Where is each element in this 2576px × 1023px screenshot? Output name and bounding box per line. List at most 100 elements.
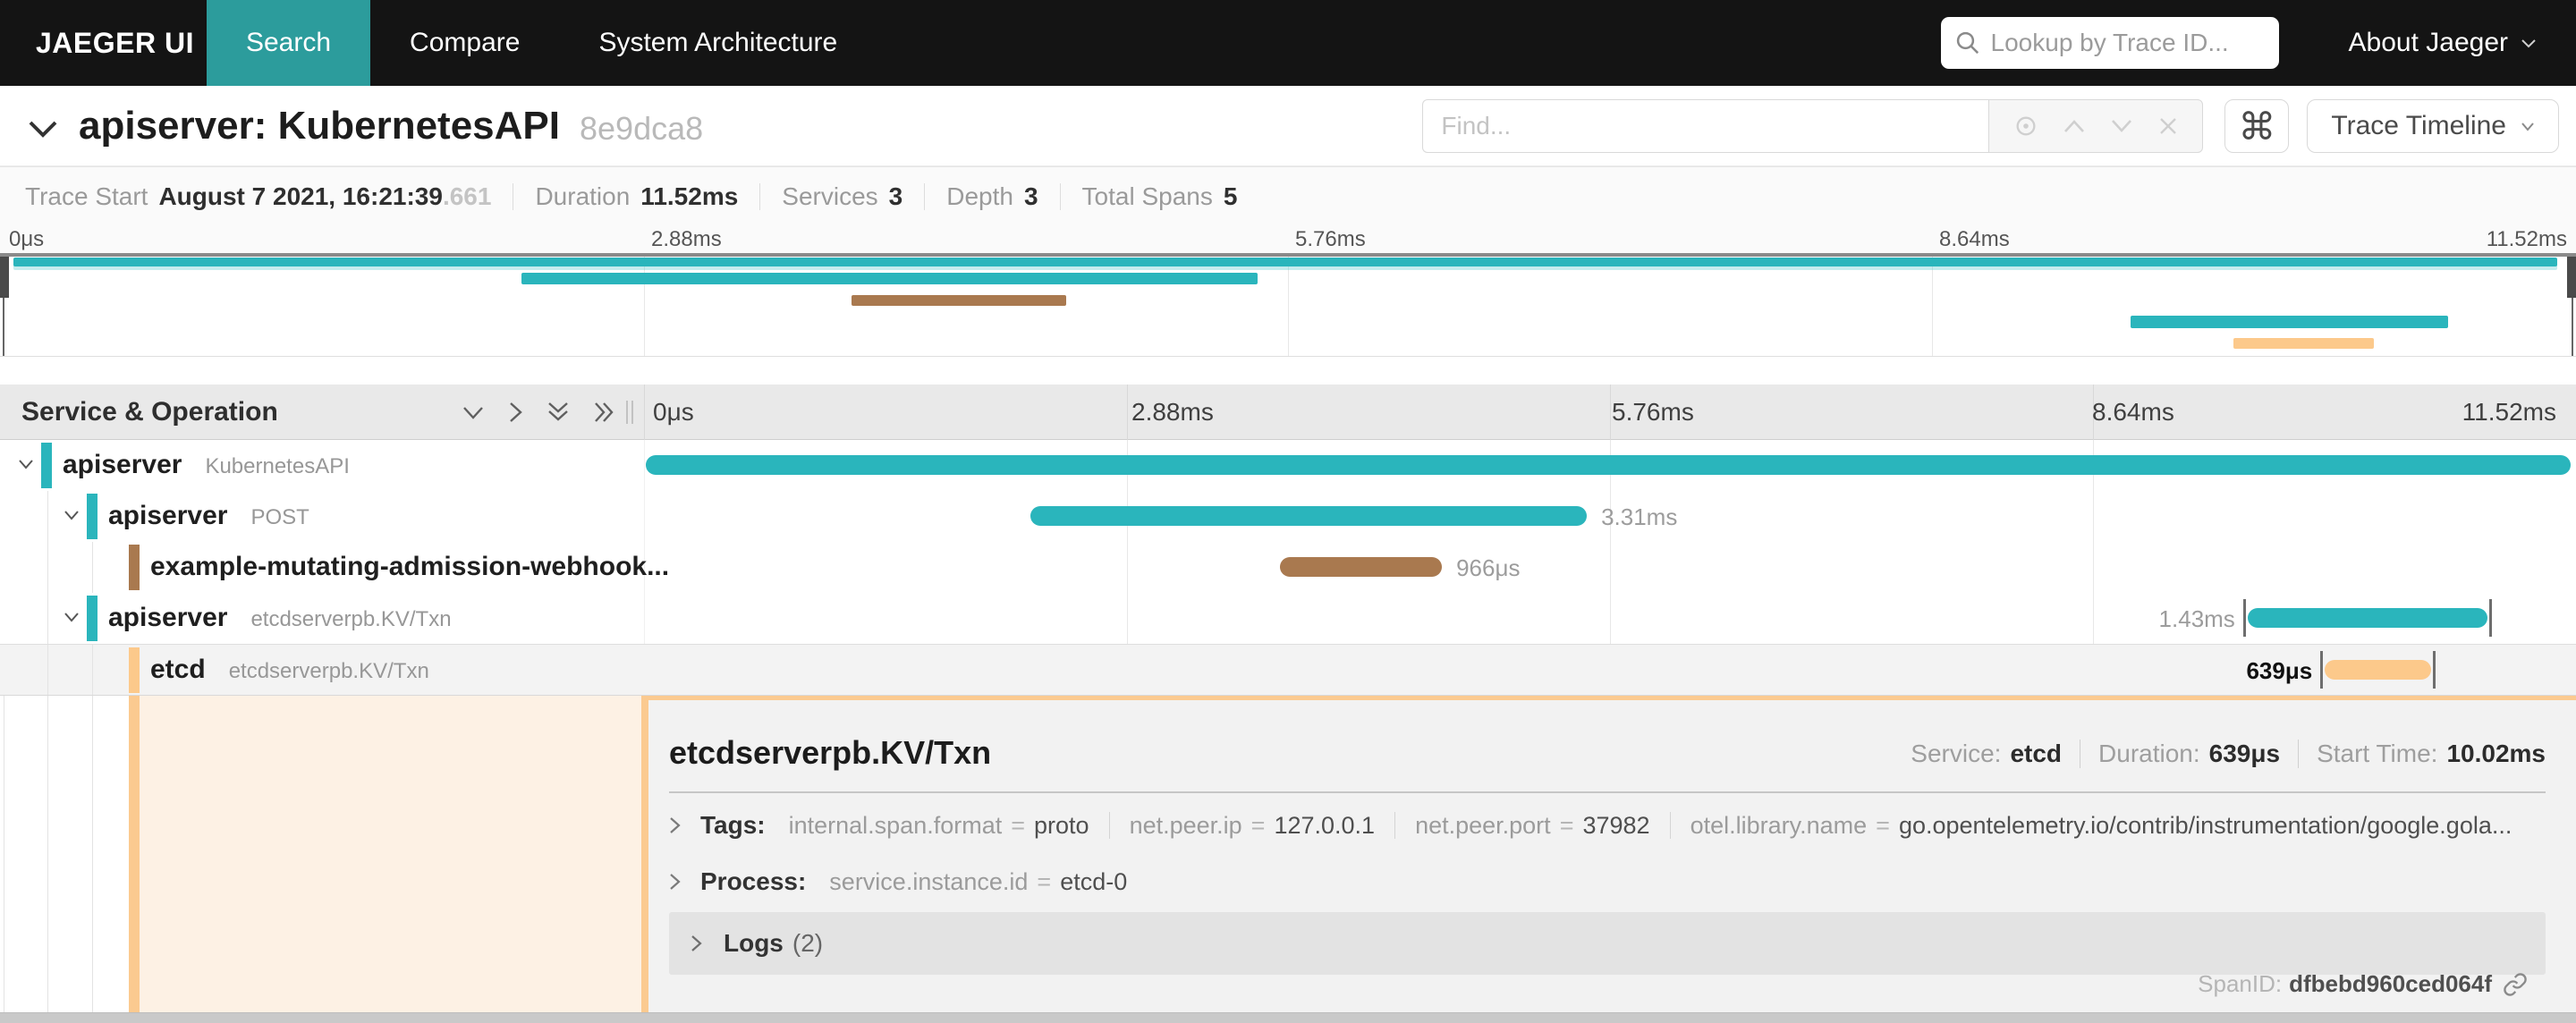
summary-value-suffix: .661 (442, 182, 492, 210)
span-tint-area[interactable] (140, 696, 641, 1012)
span-boundary-mark (2242, 599, 2246, 637)
collapse-one-icon[interactable] (462, 405, 485, 420)
stat-separator (1059, 182, 1061, 210)
span-color-stripe (641, 696, 648, 1012)
tag-key: internal.span.format (788, 811, 1003, 839)
chevron-down-icon[interactable] (64, 510, 80, 520)
summary-item: Depth 3 (946, 182, 1038, 211)
stat-separator (759, 182, 761, 210)
span-row[interactable]: etcd etcdserverpb.KV/Txn 639μs (0, 644, 2576, 695)
timeline-tick-label: 5.76ms (1295, 227, 1366, 251)
trace-id: 8e9dca8 (580, 110, 704, 147)
trace-page-header: apiserver: KubernetesAPI 8e9dca8 Find...… (0, 86, 2576, 166)
summary-item: Duration 11.52ms (535, 182, 738, 211)
minimap-right-scrub-handle[interactable] (2567, 257, 2576, 298)
tag-value: etcd-0 (1060, 867, 1128, 895)
nav-tab-search[interactable]: Search (206, 0, 371, 86)
logs-label: Logs (724, 929, 784, 957)
collapse-trace-chevron-icon[interactable] (27, 114, 59, 139)
summary-label: Depth (946, 182, 1013, 210)
summary-value: 3 (1023, 182, 1038, 210)
operation-name: POST (250, 505, 309, 529)
chevron-right-icon[interactable] (669, 816, 681, 834)
tag-separator (1108, 812, 1110, 839)
span-color-stripe (129, 545, 140, 590)
span-duration-bar[interactable] (646, 455, 2571, 475)
summary-item: Trace Start August 7 2021, 16:21:39.661 (25, 182, 491, 211)
trace-view-selector[interactable]: Trace Timeline (2307, 99, 2559, 153)
search-icon (1955, 30, 1980, 55)
summary-item: Total Spans 5 (1082, 182, 1238, 211)
prev-match-icon[interactable] (2063, 118, 2086, 134)
chevron-down-icon (2521, 38, 2537, 48)
column-resize-handle[interactable] (623, 399, 636, 426)
span-duration-bar[interactable] (1279, 557, 1443, 577)
minimap-left-scrub-handle[interactable] (0, 257, 9, 298)
span-row[interactable]: apiserver KubernetesAPI (0, 440, 2576, 491)
trace-id-lookup-input[interactable] (1990, 29, 2250, 57)
tags-row[interactable]: Tags: internal.span.format = proto net.peer… (669, 811, 2546, 840)
tag-item: internal.span.format = proto (789, 812, 1089, 840)
trace-id-lookup[interactable] (1940, 17, 2279, 69)
tag-separator (1394, 812, 1396, 839)
indent-guide (47, 645, 48, 695)
span-duration-bar[interactable] (2325, 660, 2431, 680)
span-duration-bar[interactable] (1030, 506, 1588, 526)
span-row[interactable]: apiserver POST 3.31ms (0, 491, 2576, 542)
span-row[interactable]: apiserver etcdserverpb.KV/Txn 1.43ms (0, 593, 2576, 644)
minimap-gridline (1932, 257, 1933, 356)
trace-minimap[interactable] (0, 253, 2576, 357)
expand-one-icon[interactable] (508, 401, 523, 424)
about-jaeger-label: About Jaeger (2348, 28, 2508, 57)
chevron-down-icon (2521, 122, 2535, 131)
next-match-icon[interactable] (2110, 118, 2133, 134)
timeline-tick-label: 2.88ms (651, 227, 722, 251)
span-id-row: SpanID: dfbebd960ced064f (2198, 970, 2528, 998)
find-input[interactable] (1422, 99, 1989, 153)
minimap-span-bar (851, 295, 1066, 306)
chevron-down-icon[interactable] (64, 612, 80, 622)
nav-tab-compare[interactable]: Compare (370, 0, 559, 86)
process-row[interactable]: Process: service.instance.id = etcd-0 (669, 867, 2546, 896)
process-label: Process: (700, 867, 807, 895)
tag-key: net.peer.port (1415, 811, 1551, 839)
about-jaeger-menu[interactable]: About Jaeger (2349, 28, 2537, 58)
service-name: etcd etcdserverpb.KV/Txn (150, 655, 429, 684)
timeline-tick-label: 11.52ms (2486, 227, 2567, 251)
find-bar (1422, 99, 2204, 153)
summary-label: Total Spans (1081, 182, 1213, 210)
match-locator-icon[interactable] (2013, 114, 2038, 139)
span-boundary-mark (2320, 651, 2324, 689)
chevron-right-icon[interactable] (669, 873, 681, 891)
tag-value: proto (1034, 811, 1089, 839)
clear-find-icon[interactable] (2157, 115, 2179, 137)
expand-all-icon[interactable] (593, 401, 616, 424)
service-operation-header: Service & Operation (21, 397, 278, 427)
nav-tabs: Search Compare System Architecture (206, 0, 877, 86)
span-row[interactable]: example-mutating-admission-webhook... 966… (0, 542, 2576, 593)
top-nav-bar: JAEGER UI Search Compare System Architectu… (0, 0, 2576, 86)
span-duration-bar[interactable] (2247, 608, 2487, 628)
tags-label: Tags: (700, 811, 766, 839)
summary-value: August 7 2021, 16:21:39 (158, 182, 443, 210)
span-id-label: SpanID: (2198, 970, 2283, 997)
header-gridline (1610, 385, 1611, 440)
meta-label: Duration: (2098, 740, 2200, 767)
logs-toggle[interactable]: Logs (2) (669, 912, 2546, 975)
chevron-down-icon[interactable] (18, 459, 34, 469)
span-detail-card: etcdserverpb.KV/Txn Service: etcd Duration… (648, 696, 2576, 1012)
tag-equals: = (1037, 867, 1052, 895)
link-icon[interactable] (2503, 972, 2528, 997)
indent-guide (47, 491, 48, 542)
summary-label: Trace Start (25, 182, 148, 210)
horizontal-scrollbar[interactable] (0, 1012, 2576, 1023)
span-color-stripe (87, 494, 97, 539)
span-detail-meta: Service: etcd Duration: 639μs Start Time: 10.… (1911, 740, 2546, 768)
span-duration-label: 966μs (1456, 554, 1521, 581)
nav-tab-system-architecture[interactable]: System Architecture (559, 0, 877, 86)
tag-equals: = (1250, 811, 1266, 839)
app-brand[interactable]: JAEGER UI (36, 27, 194, 60)
keyboard-shortcuts-button[interactable]: ⌘ (2224, 99, 2290, 153)
collapse-all-icon[interactable] (547, 401, 570, 424)
detail-divider (669, 791, 2546, 793)
